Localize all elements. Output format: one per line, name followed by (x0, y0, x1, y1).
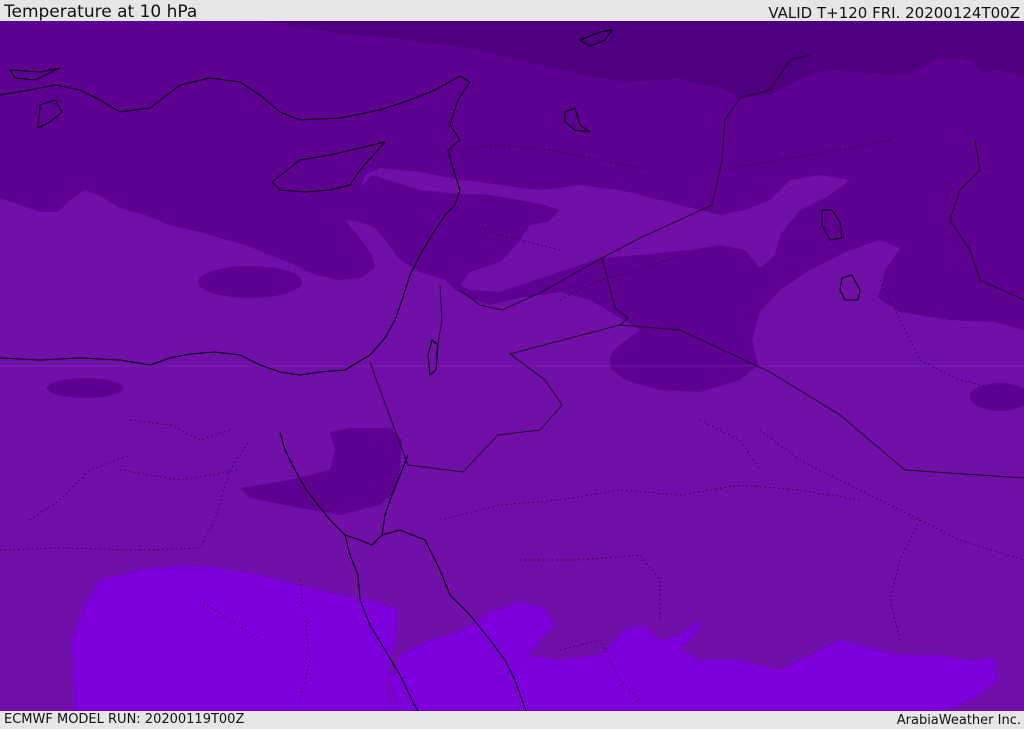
map-svg (0, 21, 1024, 711)
temperature-map (0, 21, 1024, 711)
map-title: Temperature at 10 hPa (4, 2, 198, 22)
valid-time: VALID T+120 FRI. 20200124T00Z (768, 4, 1020, 22)
model-run: ECMWF MODEL RUN: 20200119T00Z (4, 712, 245, 727)
credit-label: ArabiaWeather Inc. (896, 713, 1021, 728)
footer-bar: ECMWF MODEL RUN: 20200119T00Z ArabiaWeat… (0, 711, 1024, 729)
blob-nile-delta (47, 378, 123, 398)
blob-west (198, 266, 302, 298)
blob-jordan (610, 330, 750, 390)
header-bar: Temperature at 10 hPa VALID T+120 FRI. 2… (0, 0, 1024, 21)
